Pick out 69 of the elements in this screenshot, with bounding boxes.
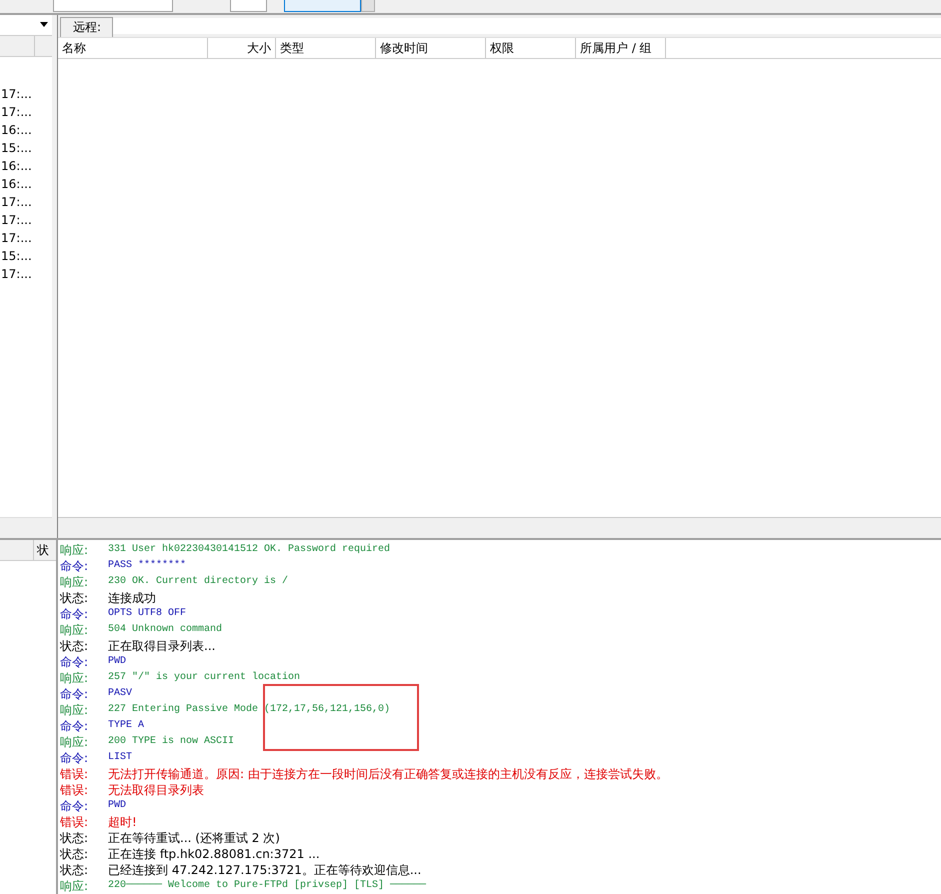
log-message: 227 Entering Passive Mode (172,17,56,121,156,0) <box>108 702 390 717</box>
log-label: 命令: <box>59 606 90 622</box>
password-field[interactable] <box>53 0 173 12</box>
modified-time: 17:... <box>0 212 33 229</box>
log-label: 状态: <box>59 830 90 846</box>
log-message: 连接成功 <box>108 590 156 606</box>
modified-time: 16:... <box>0 158 33 175</box>
log-message: 超时! <box>108 814 137 830</box>
column-header[interactable]: 名称 <box>58 38 208 58</box>
log-message: 230 OK. Current directory is / <box>108 574 288 589</box>
log-label: 响应: <box>59 622 90 638</box>
log-message: 正在取得目录列表... <box>108 638 216 654</box>
log-message: 正在等待重试... (还将重试 2 次) <box>108 830 280 846</box>
caret-icon <box>40 22 48 28</box>
log-label: 状态: <box>59 846 90 862</box>
log-message: OPTS UTF8 OFF <box>108 607 186 621</box>
log-message: TYPE A <box>108 719 144 733</box>
log-label: 命令: <box>59 558 90 574</box>
log-label: 命令: <box>59 718 90 734</box>
log-message: PWD <box>108 799 126 813</box>
log-label: 响应: <box>59 702 90 718</box>
log-label: 状态: <box>59 590 90 606</box>
modified-time: 17:... <box>0 86 33 103</box>
modified-time: 17:... <box>0 230 33 247</box>
log-message: PASS ******** <box>108 558 186 573</box>
log-message: 220────── Welcome to Pure-FTPd [privsep] [TLS] ────── <box>108 878 426 893</box>
log-label: 错误: <box>59 766 90 782</box>
column-header[interactable]: 修改时间 <box>376 38 486 58</box>
log-label: 错误: <box>59 814 90 830</box>
column-header[interactable]: 所属用户 / 组 <box>576 38 666 58</box>
log-message: 331 User hk02230430141512 OK. Password required <box>108 542 390 557</box>
log-message: 无法打开传输通道。原因: 由于连接方在一段时间后没有正确答复或连接的主机没有反应，连接尝试失败。 <box>108 766 668 782</box>
log-message: 257 "/" is your current location <box>108 670 300 685</box>
log-label: 错误: <box>59 782 90 798</box>
modified-time: 17:... <box>0 194 33 211</box>
log-label: 响应: <box>59 734 90 750</box>
log-label: 状态: <box>59 638 90 654</box>
log-label: 状态: <box>59 862 90 878</box>
modified-time: 15:... <box>0 140 33 157</box>
log-label: 响应: <box>59 670 90 686</box>
log-label: 命令: <box>59 798 90 814</box>
log-label: 响应: <box>59 878 90 894</box>
log-label: 命令: <box>59 750 90 766</box>
log-message: PASV <box>108 687 132 701</box>
modified-time: 16:... <box>0 122 33 139</box>
log-label: 命令: <box>59 686 90 702</box>
port-field[interactable] <box>230 0 267 12</box>
modified-time: 17:... <box>0 266 33 283</box>
modified-time: 16:... <box>0 176 33 193</box>
log-message: 已经连接到 47.242.127.175:3721。正在等待欢迎信息... <box>108 862 422 878</box>
log-message: 无法取得目录列表 <box>108 782 204 798</box>
column-header[interactable]: 类型 <box>276 38 376 58</box>
log-message: 正在连接 ftp.hk02.88081.cn:3721 ... <box>108 846 320 862</box>
horizontal-scrollbar[interactable] <box>0 517 52 538</box>
log-message: 200 TYPE is now ASCII <box>108 734 234 749</box>
log-label: 命令: <box>59 654 90 670</box>
column-header[interactable]: 权限 <box>486 38 576 58</box>
log-label: 响应: <box>59 574 90 590</box>
log-message: LIST <box>108 751 132 765</box>
column-header[interactable]: 大小 <box>208 38 276 58</box>
connect-button[interactable] <box>284 0 361 12</box>
modified-time: 15:... <box>0 248 33 265</box>
horizontal-scrollbar[interactable] <box>58 517 941 538</box>
log-message: 504 Unknown command <box>108 622 222 637</box>
log-message: PWD <box>108 655 126 669</box>
remote-label: 远程: <box>60 16 114 37</box>
modified-time: 17:... <box>0 104 33 121</box>
log-label: 响应: <box>59 542 90 558</box>
dropdown-button[interactable] <box>361 0 375 12</box>
